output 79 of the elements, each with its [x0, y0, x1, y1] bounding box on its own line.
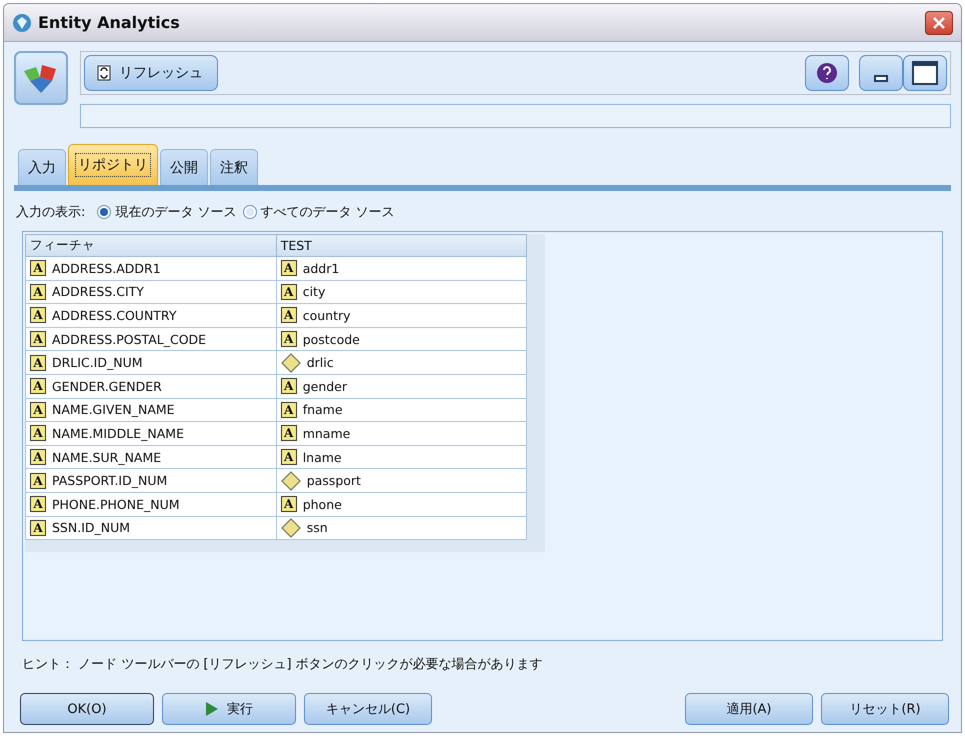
- run-button[interactable]: 実行: [162, 693, 296, 725]
- field-name: ADDRESS.ADDR1: [52, 260, 161, 276]
- field-name: ADDRESS.COUNTRY: [52, 308, 176, 323]
- radio-icon[interactable]: [242, 205, 257, 219]
- radio-option[interactable]: 現在のデータ ソース: [97, 203, 237, 221]
- field-name: ADDRESS.POSTAL_CODE: [52, 332, 206, 347]
- tab[interactable]: リポジトリ: [68, 144, 158, 185]
- text-field[interactable]: [80, 104, 951, 128]
- string-type-icon: A: [30, 520, 46, 536]
- play-icon: [205, 701, 219, 717]
- field-name: GENDER.GENDER: [52, 378, 162, 394]
- field-name: fname: [302, 402, 343, 418]
- string-type-icon: A: [280, 331, 297, 348]
- radio-label: 現在のデータ ソース: [115, 204, 237, 221]
- maximize-button[interactable]: [903, 55, 947, 91]
- string-type-icon: A: [280, 307, 297, 324]
- tab[interactable]: 入力: [18, 149, 66, 185]
- string-type-icon: A: [280, 284, 297, 300]
- field-name: mname: [302, 426, 350, 441]
- radio-label: すべてのデータ ソース: [260, 204, 395, 221]
- help-icon: [816, 62, 838, 84]
- field-name: DRLIC.ID_NUM: [52, 355, 143, 370]
- field-name: phone: [302, 496, 342, 512]
- field-name: postcode: [302, 332, 360, 347]
- field-name: gender: [302, 378, 348, 394]
- close-icon: [931, 14, 947, 30]
- field-name: NAME.GIVEN_NAME: [52, 402, 175, 418]
- string-type-icon: A: [30, 284, 46, 300]
- column-header[interactable]: フィーチャ: [26, 234, 276, 256]
- string-type-icon: A: [30, 331, 46, 348]
- input-display-label: 入力の表示:: [16, 204, 86, 221]
- string-type-icon: A: [30, 378, 46, 394]
- minimize-button[interactable]: [859, 55, 903, 91]
- field-name: NAME.MIDDLE_NAME: [52, 426, 184, 441]
- string-type-icon: A: [30, 425, 46, 442]
- help-button[interactable]: [805, 55, 849, 91]
- hint-text: ヒント： ノード ツールバーの [リフレッシュ] ボタンのクリックが必要な場合があります: [22, 656, 544, 673]
- field-name: passport: [306, 473, 361, 488]
- radio-option[interactable]: すべてのデータ ソース: [242, 203, 395, 221]
- window-title: Entity Analytics: [38, 13, 181, 32]
- string-type-icon: A: [30, 260, 46, 276]
- dialog-button[interactable]: OK(O): [20, 693, 154, 725]
- field-name: lname: [302, 450, 342, 465]
- field-name: city: [302, 284, 326, 300]
- string-type-icon: A: [280, 260, 297, 276]
- string-type-icon: A: [280, 378, 297, 394]
- close-button[interactable]: [925, 10, 953, 34]
- field-name: country: [302, 308, 351, 323]
- field-name: NAME.SUR_NAME: [52, 450, 162, 465]
- maximize-icon: [911, 60, 939, 86]
- refresh-icon: [97, 65, 111, 81]
- minimize-icon: [874, 74, 888, 82]
- string-type-icon: A: [30, 354, 46, 371]
- radio-icon[interactable]: [97, 205, 112, 219]
- field-name: SSN.ID_NUM: [52, 520, 130, 536]
- tab[interactable]: 注釈: [210, 149, 258, 185]
- diamond-logo-icon: [12, 12, 32, 32]
- field-name: PHONE.PHONE_NUM: [52, 496, 180, 512]
- string-type-icon: A: [280, 425, 297, 442]
- field-name: PASSPORT.ID_NUM: [52, 473, 168, 488]
- dialog-button[interactable]: キャンセル(C): [304, 693, 432, 725]
- string-type-icon: A: [280, 496, 297, 512]
- string-type-icon: A: [280, 449, 297, 466]
- dialog-button[interactable]: リセット(R): [821, 693, 949, 725]
- field-name: ADDRESS.CITY: [52, 284, 144, 300]
- string-type-icon: A: [30, 472, 46, 489]
- field-name: ssn: [306, 520, 328, 536]
- string-type-icon: A: [280, 402, 297, 418]
- string-type-icon: A: [30, 402, 46, 418]
- string-type-icon: A: [30, 307, 46, 324]
- field-name: drlic: [306, 355, 334, 370]
- node-icon: [14, 51, 68, 105]
- string-type-icon: A: [30, 449, 46, 466]
- field-name: addr1: [302, 260, 340, 276]
- column-header[interactable]: TEST: [276, 234, 526, 256]
- refresh-button[interactable]: リフレッシュ: [84, 55, 218, 91]
- string-type-icon: A: [30, 496, 46, 512]
- tab[interactable]: 公開: [160, 149, 208, 185]
- dialog-button[interactable]: 適用(A): [685, 693, 813, 725]
